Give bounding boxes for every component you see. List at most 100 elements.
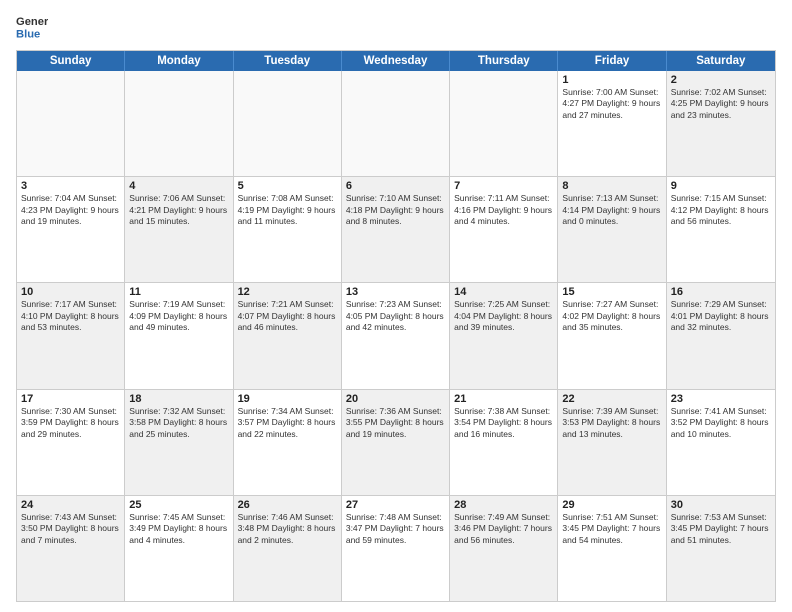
calendar-cell: 10Sunrise: 7:17 AM Sunset: 4:10 PM Dayli… xyxy=(17,283,125,388)
calendar-cell: 19Sunrise: 7:34 AM Sunset: 3:57 PM Dayli… xyxy=(234,390,342,495)
cell-info: Sunrise: 7:39 AM Sunset: 3:53 PM Dayligh… xyxy=(562,406,661,440)
calendar-cell: 8Sunrise: 7:13 AM Sunset: 4:14 PM Daylig… xyxy=(558,177,666,282)
calendar-cell: 5Sunrise: 7:08 AM Sunset: 4:19 PM Daylig… xyxy=(234,177,342,282)
cell-info: Sunrise: 7:36 AM Sunset: 3:55 PM Dayligh… xyxy=(346,406,445,440)
cell-info: Sunrise: 7:43 AM Sunset: 3:50 PM Dayligh… xyxy=(21,512,120,546)
cell-info: Sunrise: 7:21 AM Sunset: 4:07 PM Dayligh… xyxy=(238,299,337,333)
header-day-sunday: Sunday xyxy=(17,51,125,71)
logo-icon: General Blue xyxy=(16,12,48,44)
calendar-cell: 20Sunrise: 7:36 AM Sunset: 3:55 PM Dayli… xyxy=(342,390,450,495)
calendar-cell xyxy=(125,71,233,176)
header-day-thursday: Thursday xyxy=(450,51,558,71)
cell-info: Sunrise: 7:04 AM Sunset: 4:23 PM Dayligh… xyxy=(21,193,120,227)
cell-info: Sunrise: 7:49 AM Sunset: 3:46 PM Dayligh… xyxy=(454,512,553,546)
calendar-row-2: 3Sunrise: 7:04 AM Sunset: 4:23 PM Daylig… xyxy=(17,177,775,283)
day-number: 21 xyxy=(454,393,553,405)
day-number: 24 xyxy=(21,499,120,511)
logo: General Blue xyxy=(16,12,48,44)
cell-info: Sunrise: 7:25 AM Sunset: 4:04 PM Dayligh… xyxy=(454,299,553,333)
calendar-cell: 1Sunrise: 7:00 AM Sunset: 4:27 PM Daylig… xyxy=(558,71,666,176)
day-number: 13 xyxy=(346,286,445,298)
day-number: 16 xyxy=(671,286,771,298)
calendar-cell: 25Sunrise: 7:45 AM Sunset: 3:49 PM Dayli… xyxy=(125,496,233,601)
calendar-cell: 28Sunrise: 7:49 AM Sunset: 3:46 PM Dayli… xyxy=(450,496,558,601)
calendar-cell: 4Sunrise: 7:06 AM Sunset: 4:21 PM Daylig… xyxy=(125,177,233,282)
calendar: SundayMondayTuesdayWednesdayThursdayFrid… xyxy=(16,50,776,602)
day-number: 22 xyxy=(562,393,661,405)
cell-info: Sunrise: 7:27 AM Sunset: 4:02 PM Dayligh… xyxy=(562,299,661,333)
cell-info: Sunrise: 7:46 AM Sunset: 3:48 PM Dayligh… xyxy=(238,512,337,546)
cell-info: Sunrise: 7:19 AM Sunset: 4:09 PM Dayligh… xyxy=(129,299,228,333)
header-day-wednesday: Wednesday xyxy=(342,51,450,71)
day-number: 1 xyxy=(562,74,661,86)
svg-text:General: General xyxy=(16,16,48,28)
day-number: 17 xyxy=(21,393,120,405)
day-number: 2 xyxy=(671,74,771,86)
day-number: 5 xyxy=(238,180,337,192)
page: General Blue SundayMondayTuesdayWednesda… xyxy=(0,0,792,612)
header-day-friday: Friday xyxy=(558,51,666,71)
calendar-cell: 18Sunrise: 7:32 AM Sunset: 3:58 PM Dayli… xyxy=(125,390,233,495)
header-day-saturday: Saturday xyxy=(667,51,775,71)
day-number: 7 xyxy=(454,180,553,192)
cell-info: Sunrise: 7:02 AM Sunset: 4:25 PM Dayligh… xyxy=(671,87,771,121)
calendar-cell: 3Sunrise: 7:04 AM Sunset: 4:23 PM Daylig… xyxy=(17,177,125,282)
calendar-cell: 23Sunrise: 7:41 AM Sunset: 3:52 PM Dayli… xyxy=(667,390,775,495)
calendar-cell: 13Sunrise: 7:23 AM Sunset: 4:05 PM Dayli… xyxy=(342,283,450,388)
day-number: 12 xyxy=(238,286,337,298)
day-number: 30 xyxy=(671,499,771,511)
cell-info: Sunrise: 7:41 AM Sunset: 3:52 PM Dayligh… xyxy=(671,406,771,440)
day-number: 14 xyxy=(454,286,553,298)
header: General Blue xyxy=(16,12,776,44)
cell-info: Sunrise: 7:06 AM Sunset: 4:21 PM Dayligh… xyxy=(129,193,228,227)
day-number: 20 xyxy=(346,393,445,405)
cell-info: Sunrise: 7:10 AM Sunset: 4:18 PM Dayligh… xyxy=(346,193,445,227)
calendar-cell: 29Sunrise: 7:51 AM Sunset: 3:45 PM Dayli… xyxy=(558,496,666,601)
calendar-row-5: 24Sunrise: 7:43 AM Sunset: 3:50 PM Dayli… xyxy=(17,496,775,601)
calendar-cell: 9Sunrise: 7:15 AM Sunset: 4:12 PM Daylig… xyxy=(667,177,775,282)
day-number: 9 xyxy=(671,180,771,192)
cell-info: Sunrise: 7:15 AM Sunset: 4:12 PM Dayligh… xyxy=(671,193,771,227)
calendar-cell xyxy=(450,71,558,176)
calendar-cell: 22Sunrise: 7:39 AM Sunset: 3:53 PM Dayli… xyxy=(558,390,666,495)
svg-text:Blue: Blue xyxy=(16,29,40,41)
cell-info: Sunrise: 7:53 AM Sunset: 3:45 PM Dayligh… xyxy=(671,512,771,546)
day-number: 11 xyxy=(129,286,228,298)
day-number: 10 xyxy=(21,286,120,298)
day-number: 19 xyxy=(238,393,337,405)
day-number: 28 xyxy=(454,499,553,511)
calendar-cell: 16Sunrise: 7:29 AM Sunset: 4:01 PM Dayli… xyxy=(667,283,775,388)
calendar-header: SundayMondayTuesdayWednesdayThursdayFrid… xyxy=(17,51,775,71)
calendar-cell xyxy=(17,71,125,176)
cell-info: Sunrise: 7:08 AM Sunset: 4:19 PM Dayligh… xyxy=(238,193,337,227)
cell-info: Sunrise: 7:32 AM Sunset: 3:58 PM Dayligh… xyxy=(129,406,228,440)
cell-info: Sunrise: 7:45 AM Sunset: 3:49 PM Dayligh… xyxy=(129,512,228,546)
calendar-cell: 30Sunrise: 7:53 AM Sunset: 3:45 PM Dayli… xyxy=(667,496,775,601)
calendar-cell: 17Sunrise: 7:30 AM Sunset: 3:59 PM Dayli… xyxy=(17,390,125,495)
day-number: 27 xyxy=(346,499,445,511)
cell-info: Sunrise: 7:00 AM Sunset: 4:27 PM Dayligh… xyxy=(562,87,661,121)
calendar-cell: 6Sunrise: 7:10 AM Sunset: 4:18 PM Daylig… xyxy=(342,177,450,282)
calendar-cell: 2Sunrise: 7:02 AM Sunset: 4:25 PM Daylig… xyxy=(667,71,775,176)
cell-info: Sunrise: 7:13 AM Sunset: 4:14 PM Dayligh… xyxy=(562,193,661,227)
header-day-monday: Monday xyxy=(125,51,233,71)
cell-info: Sunrise: 7:51 AM Sunset: 3:45 PM Dayligh… xyxy=(562,512,661,546)
day-number: 25 xyxy=(129,499,228,511)
cell-info: Sunrise: 7:11 AM Sunset: 4:16 PM Dayligh… xyxy=(454,193,553,227)
calendar-body: 1Sunrise: 7:00 AM Sunset: 4:27 PM Daylig… xyxy=(17,71,775,601)
day-number: 6 xyxy=(346,180,445,192)
header-day-tuesday: Tuesday xyxy=(234,51,342,71)
calendar-cell: 14Sunrise: 7:25 AM Sunset: 4:04 PM Dayli… xyxy=(450,283,558,388)
calendar-row-4: 17Sunrise: 7:30 AM Sunset: 3:59 PM Dayli… xyxy=(17,390,775,496)
calendar-cell: 12Sunrise: 7:21 AM Sunset: 4:07 PM Dayli… xyxy=(234,283,342,388)
calendar-cell xyxy=(234,71,342,176)
day-number: 4 xyxy=(129,180,228,192)
calendar-cell: 11Sunrise: 7:19 AM Sunset: 4:09 PM Dayli… xyxy=(125,283,233,388)
day-number: 8 xyxy=(562,180,661,192)
cell-info: Sunrise: 7:34 AM Sunset: 3:57 PM Dayligh… xyxy=(238,406,337,440)
calendar-cell: 27Sunrise: 7:48 AM Sunset: 3:47 PM Dayli… xyxy=(342,496,450,601)
calendar-cell: 24Sunrise: 7:43 AM Sunset: 3:50 PM Dayli… xyxy=(17,496,125,601)
day-number: 3 xyxy=(21,180,120,192)
day-number: 26 xyxy=(238,499,337,511)
cell-info: Sunrise: 7:48 AM Sunset: 3:47 PM Dayligh… xyxy=(346,512,445,546)
